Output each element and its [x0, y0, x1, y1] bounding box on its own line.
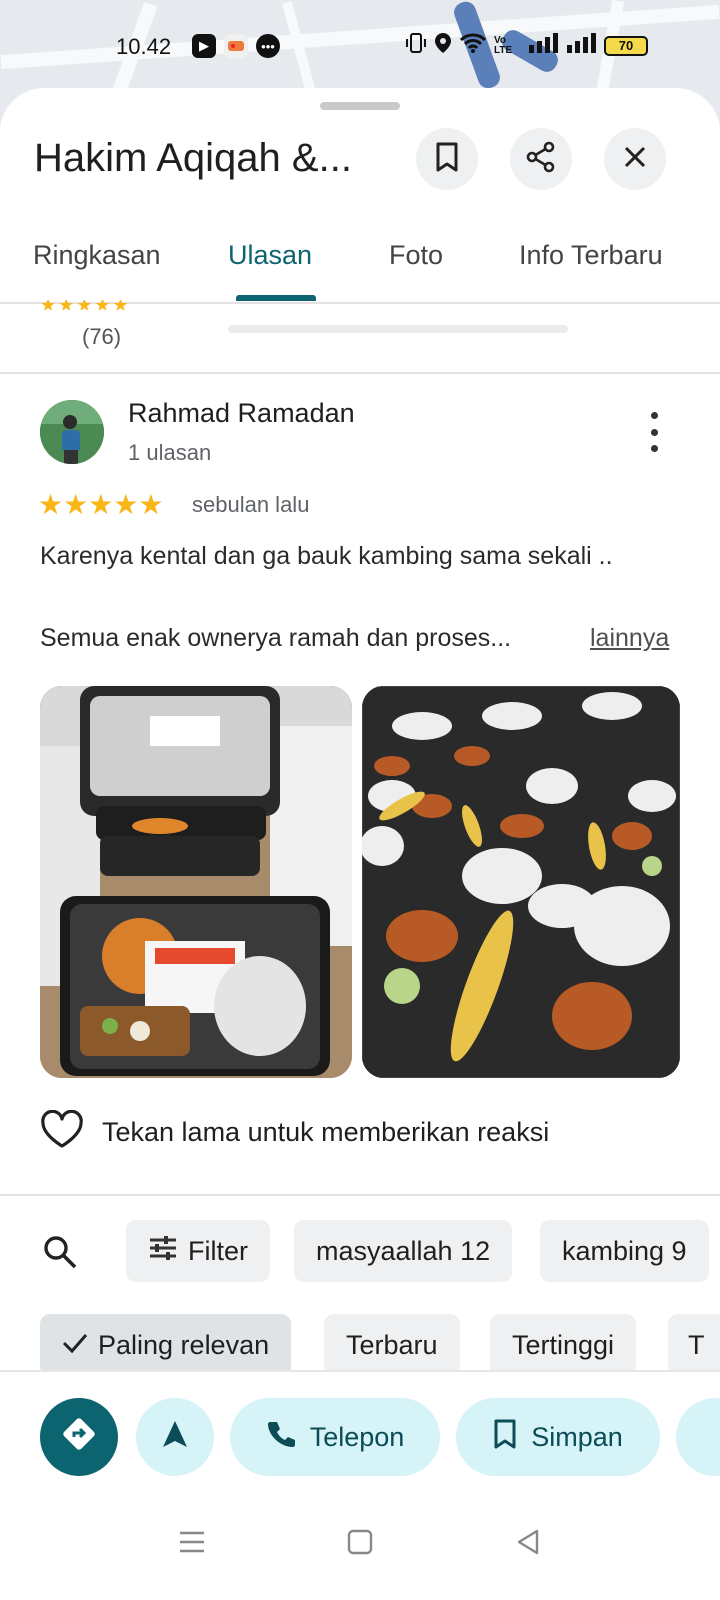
save-place-button[interactable] — [416, 128, 478, 190]
more-options-button[interactable] — [642, 412, 666, 452]
review-sort-chips: Paling relevan Terbaru Tertinggi T — [0, 1314, 720, 1376]
review-more-link[interactable]: lainnya — [590, 624, 669, 653]
review-filter-chips: Filter masyaallah 12 kambing 9 — [0, 1220, 720, 1282]
reaction-row[interactable]: Tekan lama untuk memberikan reaksi — [40, 1109, 550, 1155]
share-icon — [525, 141, 557, 178]
summary-stars: ★★★★★ — [40, 300, 131, 310]
save-button[interactable]: Simpan — [456, 1398, 660, 1476]
signal-icon-2 — [566, 33, 596, 58]
volte-label: Vo LTE — [494, 34, 513, 56]
phone-icon — [266, 1419, 296, 1456]
vibrate-icon — [406, 32, 426, 59]
tab-bar: Ringkasan Ulasan Foto Info Terbaru — [0, 218, 720, 304]
location-icon — [434, 32, 452, 59]
system-navigation-bar — [0, 1500, 720, 1600]
home-icon[interactable] — [340, 1522, 380, 1562]
tab-ringkasan[interactable]: Ringkasan — [33, 240, 161, 271]
tab-foto[interactable]: Foto — [389, 240, 443, 271]
start-navigation-button[interactable] — [136, 1398, 214, 1476]
place-sheet: Hakim Aqiqah &... Ringkasan Ulasan Foto … — [0, 88, 720, 1600]
status-time: 10.42 — [116, 34, 172, 59]
wifi-icon — [459, 32, 487, 59]
tab-info-terbaru[interactable]: Info Terbaru — [519, 240, 663, 271]
place-title: Hakim Aqiqah &... — [34, 136, 352, 180]
chip-kambing[interactable]: kambing 9 — [540, 1220, 709, 1282]
filter-button[interactable]: Filter — [126, 1220, 270, 1282]
battery-icon: 70 — [604, 35, 648, 56]
reviewer-name[interactable]: Rahmad Ramadan — [128, 398, 355, 429]
divider — [0, 372, 720, 374]
review-time: sebulan lalu — [192, 492, 310, 517]
review-photo-1[interactable] — [40, 686, 352, 1078]
rating-count: (76) — [82, 324, 122, 349]
sort-newest[interactable]: Terbaru — [324, 1314, 460, 1376]
search-icon[interactable] — [42, 1234, 78, 1275]
review-photo-2[interactable] — [362, 686, 680, 1078]
app-notification-icon — [224, 34, 248, 58]
check-icon — [62, 1330, 88, 1361]
review-text-line2: Semua enak ownerya ramah dan proses... — [40, 624, 512, 652]
directions-icon — [62, 1417, 96, 1458]
call-label: Telepon — [309, 1421, 405, 1452]
bookmark-icon — [493, 1419, 517, 1456]
active-tab-indicator — [236, 295, 316, 301]
review-text: Karenya kental dan ga bauk kambing sama … — [40, 542, 613, 570]
close-icon — [623, 145, 647, 174]
more-actions-button[interactable] — [676, 1398, 720, 1476]
save-label: Simpan — [531, 1421, 623, 1452]
signal-icon — [528, 33, 558, 58]
sort-lowest[interactable]: T — [668, 1314, 720, 1376]
bookmark-icon — [434, 142, 460, 177]
divider — [0, 1194, 720, 1196]
menu-icon[interactable] — [172, 1522, 212, 1562]
reviewer-review-count: 1 ulasan — [128, 440, 212, 465]
chip-masyaallah[interactable]: masyaallah 12 — [294, 1220, 513, 1282]
avatar[interactable] — [40, 400, 104, 464]
play-icon: ▶ — [192, 34, 216, 58]
close-button[interactable] — [604, 128, 666, 190]
tune-icon — [148, 1234, 178, 1269]
review-stars: ★★★★★ — [38, 489, 164, 520]
share-button[interactable] — [510, 128, 572, 190]
drag-handle[interactable] — [320, 102, 400, 110]
directions-button[interactable] — [40, 1398, 118, 1476]
sort-highest[interactable]: Tertinggi — [490, 1314, 637, 1376]
sort-label: Paling relevan — [98, 1329, 270, 1360]
navigation-icon — [161, 1419, 189, 1456]
heart-icon[interactable] — [40, 1109, 84, 1155]
status-bar: 10.42 ▶ ••• Vo LTE 70 — [0, 0, 720, 94]
sort-most-relevant[interactable]: Paling relevan — [40, 1314, 292, 1376]
tab-ulasan[interactable]: Ulasan — [228, 240, 312, 271]
back-icon[interactable] — [508, 1522, 548, 1562]
filter-label: Filter — [188, 1235, 248, 1266]
call-button[interactable]: Telepon — [230, 1398, 440, 1476]
reaction-hint: Tekan lama untuk memberikan reaksi — [102, 1117, 550, 1147]
rating-distribution-bar — [228, 325, 568, 333]
chat-icon: ••• — [256, 34, 280, 58]
